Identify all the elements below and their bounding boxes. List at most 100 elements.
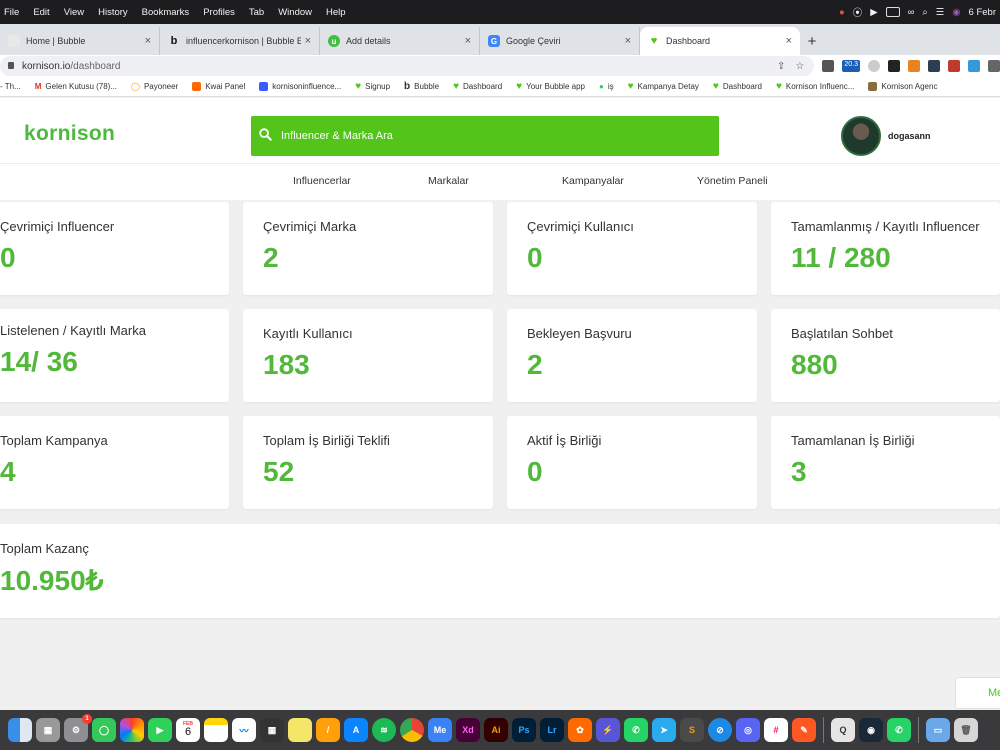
avatar[interactable] (841, 116, 881, 156)
steam-icon[interactable]: ◉ (859, 718, 883, 742)
menu-history[interactable]: History (98, 7, 128, 18)
bookmark-item[interactable]: ♥ Your Bubble app (516, 81, 585, 92)
chrome-icon[interactable] (400, 718, 424, 742)
airpods-status-icon[interactable]: ⦿ (853, 5, 863, 19)
nav-kampanyalar[interactable]: Kampanyalar (562, 175, 624, 187)
bookmark-item[interactable]: - Th... (0, 82, 21, 91)
bookmark-item[interactable]: b Bubble (404, 81, 439, 92)
nav-yonetim-paneli[interactable]: Yönetim Paneli (697, 175, 768, 187)
tab-home-bubble[interactable]: Home | Bubble × (0, 27, 160, 55)
system-preferences-icon[interactable]: ⚙ 1 (64, 714, 92, 742)
app-store-icon[interactable]: A (344, 718, 368, 742)
close-tab-icon[interactable]: × (465, 35, 471, 47)
tab-add-details[interactable]: u Add details × (320, 27, 480, 55)
calendar-icon[interactable]: FEB 6 (176, 718, 200, 742)
menu-view[interactable]: View (64, 7, 84, 18)
telegram-icon[interactable]: ➤ (652, 718, 676, 742)
extension-chart-icon[interactable] (948, 60, 960, 72)
finder-icon[interactable] (8, 718, 32, 742)
close-tab-icon[interactable]: × (305, 35, 311, 47)
slack-icon[interactable]: # (764, 718, 788, 742)
menu-file[interactable]: File (4, 7, 19, 18)
notes-icon[interactable] (204, 718, 228, 742)
medium-icon[interactable]: Me (428, 718, 452, 742)
downloads-folder-icon[interactable]: ▭ (926, 718, 950, 742)
extension-binance-icon[interactable] (888, 60, 900, 72)
close-tab-icon[interactable]: × (786, 35, 792, 47)
bookmark-item[interactable]: ♥ Dashboard (713, 81, 762, 92)
menu-edit[interactable]: Edit (33, 7, 49, 18)
quicktime-icon[interactable]: Q (831, 718, 855, 742)
tab-influencerkornison[interactable]: b influencerkornison | Bubble Ed × (160, 27, 320, 55)
extension-grid-icon[interactable] (928, 60, 940, 72)
address-bar[interactable]: kornison.io/dashboard ⇪ ☆ (0, 56, 815, 76)
bookmark-item[interactable]: ♥ Signup (355, 81, 390, 92)
stickies-icon[interactable] (288, 718, 312, 742)
sublime-icon[interactable]: S (680, 718, 704, 742)
new-tab-button[interactable]: + (800, 27, 824, 55)
kornison-logo[interactable]: kornison (24, 122, 115, 146)
battery-icon[interactable] (885, 7, 900, 17)
extension-puzzle-icon[interactable] (988, 60, 1000, 72)
close-tab-icon[interactable]: × (625, 35, 631, 47)
bookmark-item[interactable]: Kornison Agenc (868, 82, 937, 91)
nav-markalar[interactable]: Markalar (428, 175, 469, 187)
vpn-status-icon[interactable]: ∞ (908, 7, 915, 18)
messages-icon[interactable]: ◯ (92, 718, 116, 742)
photoshop-icon[interactable]: Ps (512, 718, 536, 742)
extension-pen-icon[interactable] (822, 60, 835, 72)
record-status-icon[interactable]: ● (839, 7, 845, 18)
lock-icon[interactable] (8, 62, 14, 69)
extensions-bar: 20.3 (822, 60, 1000, 72)
nav-influencerlar[interactable]: Influencerlar (293, 175, 351, 187)
bookmark-item[interactable]: ♥ Kampanya Detay (628, 81, 699, 92)
menu-profiles[interactable]: Profiles (203, 7, 235, 18)
menu-window[interactable]: Window (278, 7, 312, 18)
whatsapp-dock-icon[interactable]: ✆ (624, 718, 648, 742)
close-tab-icon[interactable]: × (145, 35, 151, 47)
calculator-icon[interactable]: ▦ (260, 718, 284, 742)
share-icon[interactable]: ⇪ (777, 61, 785, 72)
tab-dashboard[interactable]: ♥ Dashboard × (640, 27, 800, 55)
floating-help-button[interactable]: Me (955, 677, 1000, 709)
facetime-icon[interactable]: ▶ (148, 718, 172, 742)
bookmark-item[interactable]: M Gelen Kutusu (78)... (35, 82, 117, 91)
trash-icon[interactable]: 🗑 (954, 718, 978, 742)
launchpad-icon[interactable]: ▦ (36, 718, 60, 742)
menu-tab[interactable]: Tab (249, 7, 264, 18)
search-status-icon[interactable]: ⌕ (922, 7, 927, 18)
pen-app-icon[interactable]: ✎ (792, 718, 816, 742)
bookmark-item[interactable]: ♥ Kornison Influenc... (776, 81, 854, 92)
kwai-dock-icon[interactable]: ✿ (568, 718, 592, 742)
lightroom-icon[interactable]: Lr (540, 718, 564, 742)
siri-icon[interactable]: ◉ (952, 7, 960, 18)
freeform-icon[interactable]: 〰 (232, 718, 256, 742)
tab-google-ceviri[interactable]: G Google Çeviri × (480, 27, 640, 55)
extension-blue-icon[interactable] (968, 60, 980, 72)
extension-badge[interactable]: 20.3 (842, 60, 860, 72)
pages-icon[interactable]: / (316, 718, 340, 742)
menu-bookmarks[interactable]: Bookmarks (142, 7, 190, 18)
illustrator-icon[interactable]: Ai (484, 718, 508, 742)
extension-metamask-icon[interactable] (908, 60, 920, 72)
username[interactable]: dogasann (888, 131, 931, 141)
menubar-date[interactable]: 6 Febr (969, 7, 996, 18)
safari-icon[interactable]: ⊘ (708, 718, 732, 742)
spotify-icon[interactable]: ≋ (372, 718, 396, 742)
photos-icon[interactable] (120, 718, 144, 742)
play-status-icon[interactable]: ▶ (870, 7, 877, 18)
shortcuts-icon[interactable]: ⚡ (596, 718, 620, 742)
whatsapp-2-icon[interactable]: ✆ (887, 718, 911, 742)
bookmark-item[interactable]: ● iş (599, 82, 614, 91)
extension-compass-icon[interactable] (868, 60, 880, 72)
menu-help[interactable]: Help (326, 7, 346, 18)
search-bar[interactable]: Influencer & Marka Ara (251, 116, 719, 156)
bookmark-item[interactable]: Kwai Panel (192, 82, 245, 91)
discord-icon[interactable]: ◎ (736, 718, 760, 742)
bookmark-item[interactable]: kornisoninfluence... (259, 82, 341, 91)
control-center-icon[interactable]: ☰ (936, 7, 945, 18)
adobe-xd-icon[interactable]: Xd (456, 718, 480, 742)
bookmark-item[interactable]: ◯ Payoneer (131, 82, 178, 91)
bookmark-star-icon[interactable]: ☆ (795, 61, 804, 72)
bookmark-item[interactable]: ♥ Dashboard (453, 81, 502, 92)
